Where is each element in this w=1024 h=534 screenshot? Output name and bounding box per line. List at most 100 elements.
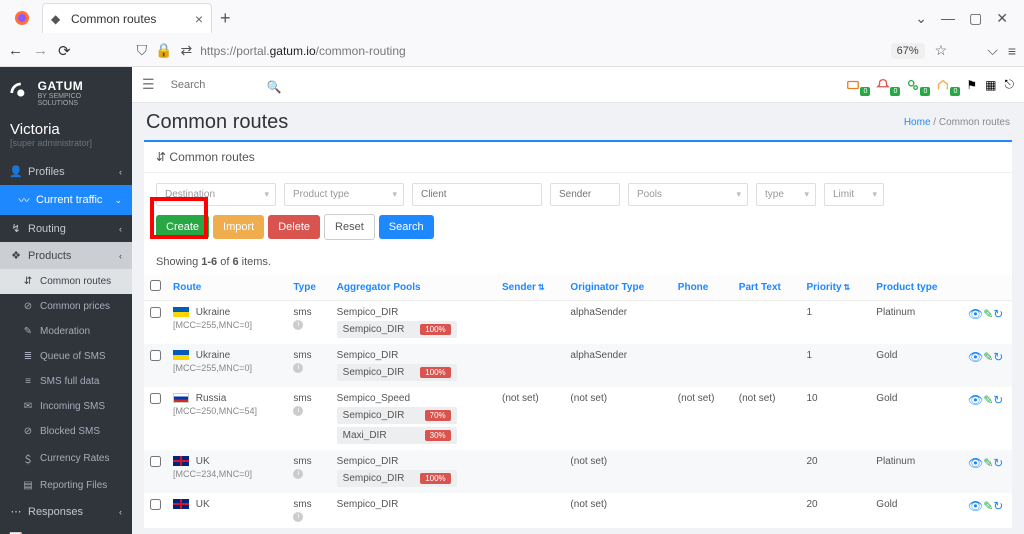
grid-icon[interactable]: ▦ bbox=[985, 78, 996, 92]
info-icon[interactable]: i bbox=[293, 469, 303, 479]
edit-icon[interactable]: ✎ bbox=[983, 499, 993, 513]
sidebar-item-moderation[interactable]: ✎Moderation bbox=[0, 319, 132, 344]
search-button[interactable]: Search bbox=[379, 215, 434, 239]
filter-client[interactable] bbox=[412, 183, 542, 206]
sidebar-item-incoming-sms[interactable]: ✉Incoming SMS bbox=[0, 394, 132, 419]
view-icon[interactable]: 👁 bbox=[968, 456, 983, 470]
sidebar-item-products[interactable]: ❖Products‹ bbox=[0, 242, 132, 269]
type-label: sms bbox=[293, 456, 311, 467]
col-product[interactable]: Product type bbox=[870, 274, 962, 301]
topbar-badge-0[interactable]: 0 bbox=[846, 76, 868, 94]
filters: Destination Product type Pools type Limi… bbox=[144, 173, 1012, 210]
sidebar-item-common-prices[interactable]: ⊘Common prices bbox=[0, 294, 132, 319]
sidebar-item-common-routes[interactable]: ⇵Common routes bbox=[0, 269, 132, 294]
refresh-icon[interactable]: ↻ bbox=[993, 393, 1003, 407]
chevron-down-icon[interactable]: ⌄ bbox=[915, 10, 927, 27]
sidebar-item-sms-full-data[interactable]: ≡SMS full data bbox=[0, 369, 132, 394]
type-label: sms bbox=[293, 393, 311, 404]
url-box[interactable]: ⛉ 🔒 ⇄ https://portal.gatum.io/common-rou… bbox=[131, 37, 831, 64]
hamburger-icon[interactable]: ☰ bbox=[142, 76, 155, 93]
refresh-icon[interactable]: ↻ bbox=[993, 456, 1003, 470]
minimize-icon[interactable]: — bbox=[941, 10, 955, 26]
wave-icon: 〰 bbox=[18, 192, 30, 208]
reload-button[interactable]: ⟳ bbox=[58, 42, 71, 60]
filter-limit[interactable]: Limit bbox=[824, 183, 884, 206]
filter-sender[interactable] bbox=[550, 183, 620, 206]
app-menu-icon[interactable]: ≡ bbox=[1008, 43, 1016, 59]
col-priority[interactable]: Priority⇅ bbox=[801, 274, 871, 301]
flag-icon[interactable]: ⚑ bbox=[966, 78, 977, 92]
filter-product-type[interactable]: Product type bbox=[284, 183, 404, 206]
row-checkbox[interactable] bbox=[150, 307, 161, 318]
pool-percent: 100% bbox=[420, 367, 450, 378]
sidebar-item-reporting-files[interactable]: ▤Reporting Files bbox=[0, 473, 132, 498]
search-input[interactable] bbox=[165, 75, 265, 95]
create-button[interactable]: Create bbox=[156, 215, 209, 239]
topbar-badge-2[interactable]: 0 bbox=[906, 76, 928, 94]
info-icon[interactable]: i bbox=[293, 406, 303, 416]
topbar-badge-1[interactable]: 0 bbox=[876, 76, 898, 94]
tag-icon: ⊘ bbox=[22, 301, 34, 312]
new-tab-button[interactable]: + bbox=[220, 8, 231, 29]
edit-icon[interactable]: ✎ bbox=[983, 350, 993, 364]
row-checkbox[interactable] bbox=[150, 393, 161, 404]
refresh-icon[interactable]: ↻ bbox=[993, 307, 1003, 321]
info-icon[interactable]: i bbox=[293, 512, 303, 522]
filter-destination[interactable]: Destination bbox=[156, 183, 276, 206]
delete-button[interactable]: Delete bbox=[268, 215, 320, 239]
sidebar-item-statistic[interactable]: 📈Statistic‹ bbox=[0, 525, 132, 534]
col-part[interactable]: Part Text bbox=[733, 274, 801, 301]
edit-icon[interactable]: ✎ bbox=[983, 456, 993, 470]
search-icon[interactable]: 🔍 bbox=[267, 80, 282, 94]
zoom-level[interactable]: 67% bbox=[891, 43, 925, 59]
sidebar-item-current-traffic[interactable]: 〰Current traffic⌄ bbox=[0, 185, 132, 215]
sidebar-item-routing[interactable]: ↯Routing‹ bbox=[0, 215, 132, 242]
part-cell: (not set) bbox=[733, 387, 801, 450]
breadcrumb-home[interactable]: Home bbox=[904, 117, 931, 128]
topbar-badge-3[interactable]: 0 bbox=[936, 76, 958, 94]
col-pools[interactable]: Aggregator Pools bbox=[331, 274, 496, 301]
col-type[interactable]: Type bbox=[287, 274, 330, 301]
info-icon[interactable]: i bbox=[293, 363, 303, 373]
col-phone[interactable]: Phone bbox=[672, 274, 733, 301]
sidebar-item-currency-rates[interactable]: ＄Currency Rates bbox=[0, 444, 132, 473]
view-icon[interactable]: 👁 bbox=[968, 393, 983, 407]
back-button[interactable]: ← bbox=[8, 42, 23, 59]
sidebar-item-label: Current traffic bbox=[36, 194, 102, 206]
close-window-icon[interactable]: ✕ bbox=[996, 10, 1008, 27]
view-icon[interactable]: 👁 bbox=[968, 499, 983, 513]
lock-icon[interactable]: 🔒 bbox=[155, 42, 172, 59]
sidebar-item-label: Moderation bbox=[40, 326, 90, 337]
view-icon[interactable]: 👁 bbox=[968, 350, 983, 364]
filter-type[interactable]: type bbox=[756, 183, 816, 206]
maximize-icon[interactable]: ▢ bbox=[969, 10, 982, 27]
refresh-icon[interactable]: ↻ bbox=[993, 350, 1003, 364]
close-tab-icon[interactable]: × bbox=[195, 11, 203, 27]
logout-icon[interactable]: ⎋ bbox=[1005, 77, 1015, 92]
import-button[interactable]: Import bbox=[213, 215, 264, 239]
refresh-icon[interactable]: ↻ bbox=[993, 499, 1003, 513]
sidebar-item-profiles[interactable]: 👤Profiles‹ bbox=[0, 158, 132, 185]
bookmark-star-icon[interactable]: ☆ bbox=[935, 42, 948, 59]
row-checkbox[interactable] bbox=[150, 499, 161, 510]
shield-icon[interactable]: ⛉ bbox=[137, 42, 148, 59]
col-originator[interactable]: Originator Type bbox=[564, 274, 671, 301]
sidebar-item-blocked-sms[interactable]: ⊘Blocked SMS bbox=[0, 419, 132, 444]
permissions-icon[interactable]: ⇄ bbox=[181, 42, 193, 59]
row-checkbox[interactable] bbox=[150, 350, 161, 361]
reset-button[interactable]: Reset bbox=[324, 214, 375, 240]
sidebar-item-queue-of-sms[interactable]: ≣Queue of SMS bbox=[0, 344, 132, 369]
view-icon[interactable]: 👁 bbox=[968, 307, 983, 321]
pocket-icon[interactable]: ⌵ bbox=[987, 42, 998, 59]
info-icon[interactable]: i bbox=[293, 320, 303, 330]
edit-icon[interactable]: ✎ bbox=[983, 307, 993, 321]
browser-tab[interactable]: ◆ Common routes × bbox=[42, 3, 212, 33]
col-sender[interactable]: Sender⇅ bbox=[496, 274, 564, 301]
edit-icon[interactable]: ✎ bbox=[983, 393, 993, 407]
col-route[interactable]: Route bbox=[167, 274, 287, 301]
filter-pools[interactable]: Pools bbox=[628, 183, 748, 206]
sidebar-item-label: Routing bbox=[28, 223, 66, 235]
select-all-checkbox[interactable] bbox=[150, 280, 161, 291]
row-checkbox[interactable] bbox=[150, 456, 161, 467]
sidebar-item-responses[interactable]: ⋯Responses‹ bbox=[0, 498, 132, 525]
